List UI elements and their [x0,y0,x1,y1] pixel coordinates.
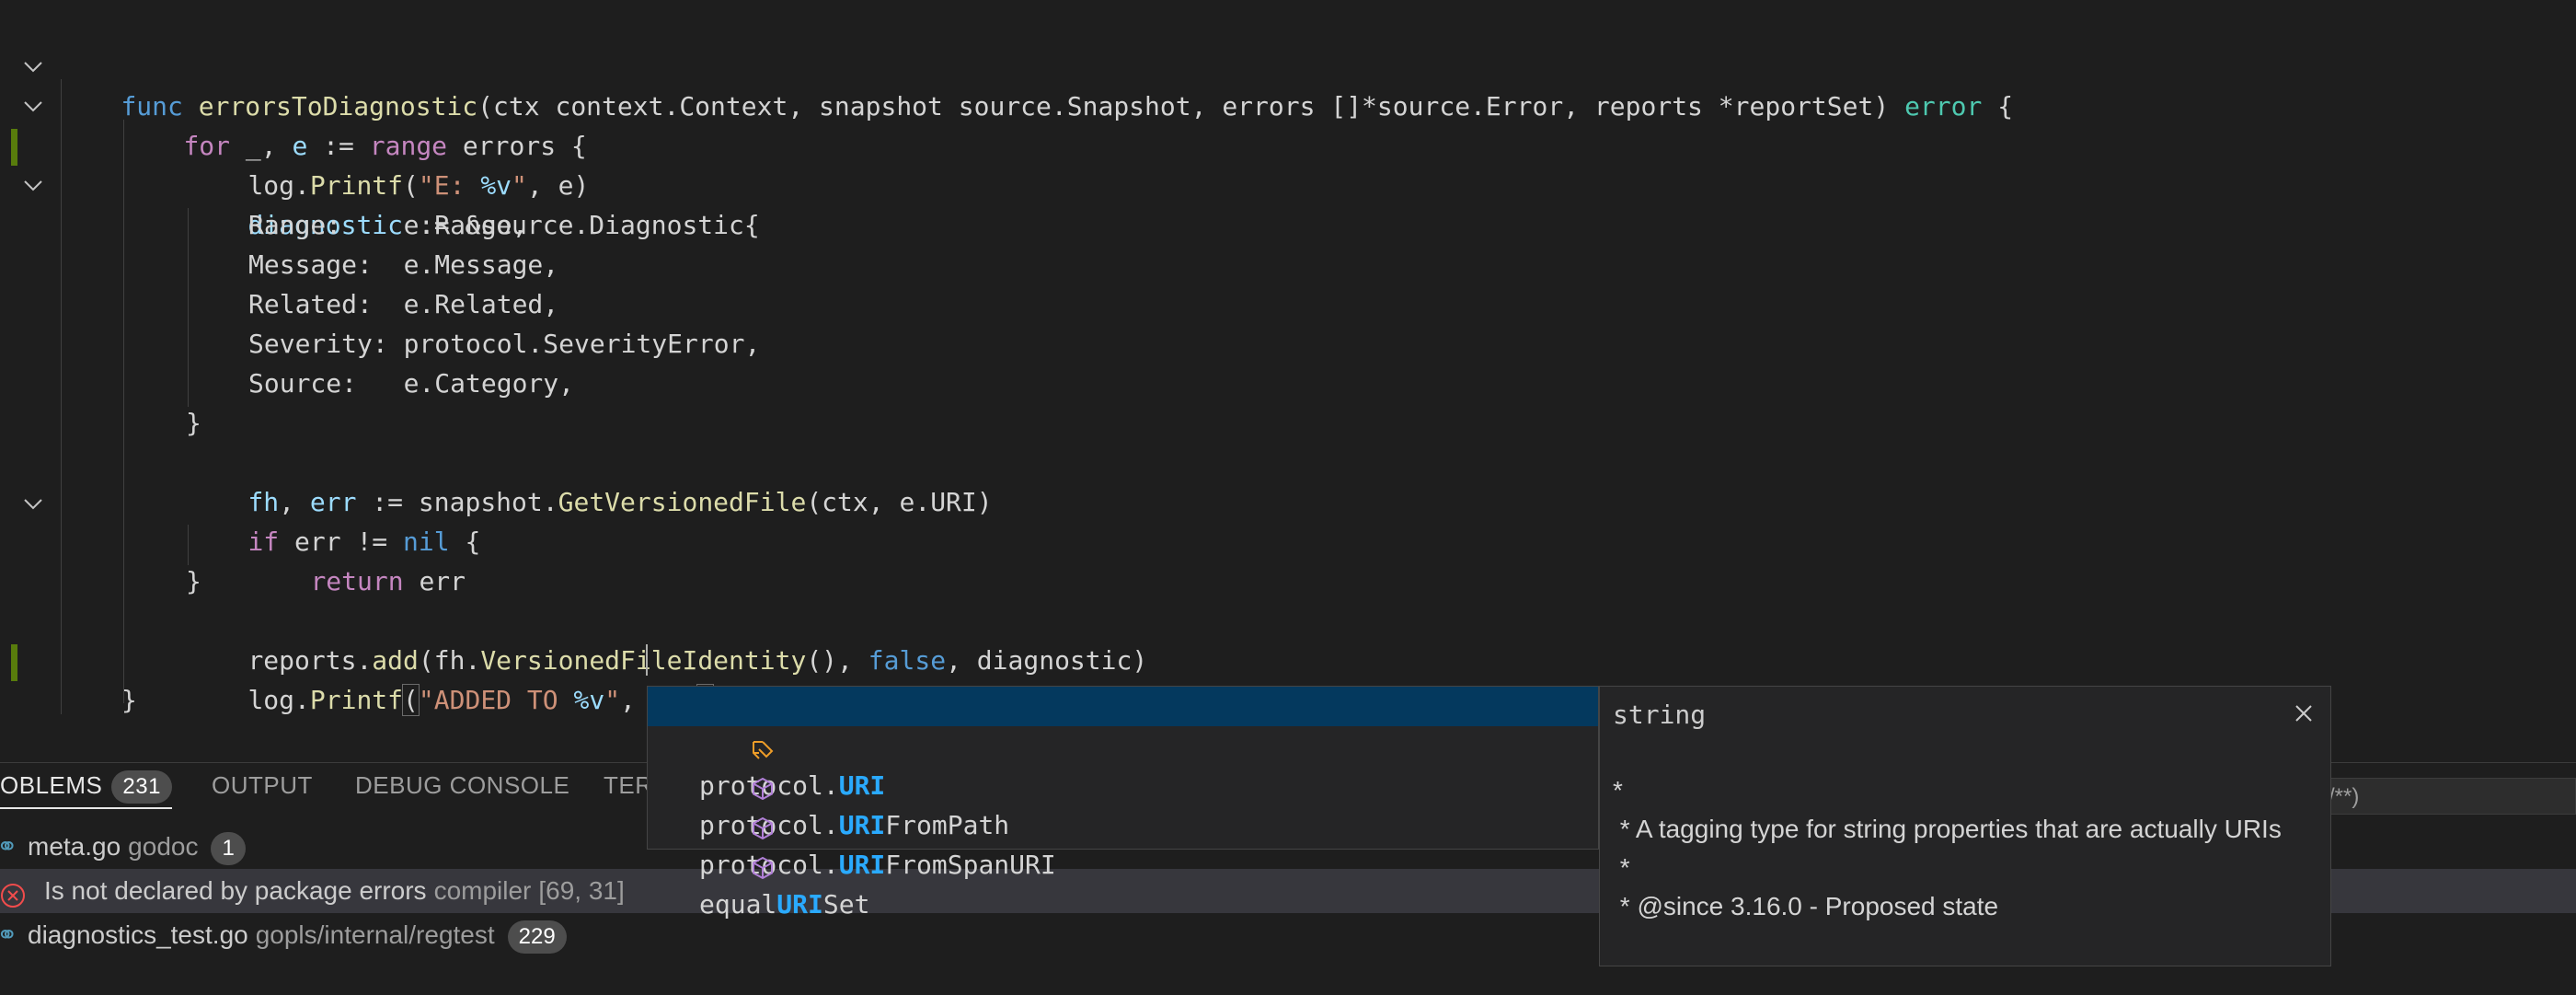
code-text: log. [247,685,310,715]
code-text: (ctx context.Context, snapshot source.Sn… [477,91,1905,121]
suggest-item[interactable]: protocol.URIFromSpanURI [648,766,1598,880]
bracket-match: ( [402,684,420,716]
tab-problems[interactable]: OBLEMS 231 [0,763,172,809]
code-line: } [186,408,201,438]
keyword: false [868,645,947,676]
indent-guide [61,79,62,714]
code-line: Related: e.Related, [248,289,559,319]
keyword: return [310,566,404,596]
modified-line-indicator [11,644,17,681]
tab-terminal[interactable]: TER [604,763,653,807]
code-line: for _, e := range errors { [121,87,586,161]
tab-problems-label: OBLEMS [0,771,103,799]
code-text: (), [806,645,868,676]
code-line: fh, err := snapshot.GetVersionedFile(ctx… [186,443,992,517]
code-line: reports.add(fh.VersionedFileIdentity(), … [186,601,1147,676]
suggest-suffix: FromSpanURI [885,850,1056,880]
modified-line-indicator [11,129,17,166]
function-name: Printf [309,685,404,715]
code-text: err [403,566,466,596]
doc-line: * @since 3.16.0 - Proposed state [1613,892,1999,920]
close-icon[interactable] [2292,701,2316,725]
code-line: Message: e.Message, [248,249,559,280]
fold-chevron-icon[interactable] [20,47,46,87]
code-text: { [1982,91,2014,121]
suggest-match: URI [838,850,886,880]
file-name: meta.go [28,832,121,861]
problem-count-badge: 229 [507,920,567,954]
code-line: if err != nil { [186,482,480,557]
text-cursor [646,644,648,676]
file-name: diagnostics_test.go [28,920,248,949]
code-line: Severity: protocol.SeverityError, [248,329,761,359]
file-dir: gopls/internal/regtest [255,920,495,949]
code-line: func errorsToDiagnostic(ctx context.Cont… [59,47,2013,121]
details-doc: * * A tagging type for string properties… [1613,771,2294,926]
doc-line: * [1613,853,1630,882]
problem-source: compiler [433,876,532,905]
suggest-item[interactable]: protocol.URIFromPath [648,726,1598,840]
return-type: error [1904,91,1983,121]
tab-output[interactable]: OUTPUT [212,763,313,807]
code-line: log.Printf("E: %v", e) [186,126,589,201]
code-editor[interactable]: func errorsToDiagnostic(ctx context.Cont… [0,0,2576,762]
suggest-prefix: equal [699,889,777,920]
indent-guide [123,120,124,703]
doc-line: * [1613,776,1623,804]
code-text: (ctx, e.URI) [806,487,993,517]
function-name: GetVersionedFile [558,487,807,517]
type-parameter-icon [657,694,774,759]
code-text: , diagnostic) [946,645,1148,676]
suggest-details-panel: string * * A tagging type for string pro… [1599,686,2331,966]
tab-debug-console[interactable]: DEBUG CONSOLE [355,763,569,807]
suggest-item[interactable]: equalURISet [648,805,1598,920]
suggest-suffix: Set [822,889,870,920]
problem-message: Is not declared by package errors [44,876,427,905]
suggest-widget: protocol.URI protocol.URIFromPath protoc… [647,686,1599,920]
string-literal: " [604,685,621,715]
code-line: return err [248,522,466,596]
filter-text: /**) [2329,784,2360,809]
suggest-match: URI [776,889,823,920]
code-line: } [121,685,137,715]
code-line: Source: e.Category, [248,368,575,399]
code-line: Range: e.Range, [248,210,528,240]
fold-chevron-icon[interactable] [20,484,46,524]
go-file-icon: ⚭ [0,832,18,861]
doc-line: * A tagging type for string properties t… [1613,815,2282,843]
method-cube-icon [657,813,774,880]
problem-location: [69, 31] [538,876,625,905]
fold-chevron-icon[interactable] [20,166,46,205]
method-cube-icon [657,734,774,801]
format-verb: %v [573,685,605,715]
editor-gutter [0,0,55,762]
code-line: } [186,566,201,596]
code-line-active: log.Printf("ADDED TO %v", uri) [186,641,715,716]
method-cube-icon [657,773,774,840]
code-line: diagnostic := &source.Diagnostic{ [186,166,759,240]
problems-count-badge: 231 [111,770,172,804]
fold-chevron-icon[interactable] [20,87,46,126]
details-type: string [1613,700,1707,730]
error-circle-icon [0,878,26,908]
problem-count-badge: 1 [211,831,246,865]
go-file-icon: ⚭ [0,920,18,949]
suggest-item[interactable]: protocol.URI [648,687,1598,801]
string-literal: "ADDED TO [418,685,574,715]
code-line: return nil [121,720,339,759]
file-dir: godoc [128,832,199,861]
